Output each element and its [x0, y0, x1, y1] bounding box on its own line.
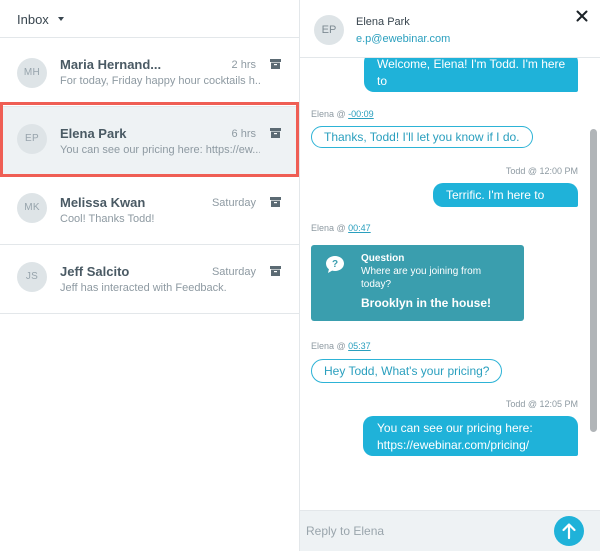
inbox-header: Inbox [0, 0, 299, 38]
message-incoming: Hey Todd, What's your pricing? [311, 359, 503, 383]
sender-label: Elena @ [311, 109, 349, 119]
conversation-item-selected[interactable]: EP Elena Park 6 hrs You can see our pric… [0, 107, 299, 176]
video-timestamp-link[interactable]: -00:09 [348, 109, 374, 119]
conversation-item[interactable]: MK Melissa Kwan Saturday Cool! Thanks To… [0, 176, 299, 245]
message-incoming: Thanks, Todd! I'll let you know if I do. [311, 126, 533, 148]
arrow-up-icon [562, 523, 576, 540]
contact-name: Elena Park [356, 16, 410, 28]
conversation-preview: For today, Friday happy hour cocktails h… [60, 75, 260, 87]
conversation-preview: Cool! Thanks Todd! [60, 213, 155, 225]
avatar: EP [314, 15, 344, 45]
question-bubble-icon: ? [326, 256, 344, 273]
message-meta: Elena @ 05:37 [311, 341, 371, 351]
question-text: Where are you joining from today? [361, 266, 482, 290]
archive-icon[interactable] [270, 266, 281, 276]
reply-bar [300, 510, 600, 551]
chevron-down-icon[interactable] [58, 17, 64, 21]
sender-label: Elena @ [311, 341, 349, 351]
question-label: Question [361, 253, 405, 264]
archive-icon[interactable] [270, 128, 281, 138]
question-card: ? Question Where are you joining from to… [311, 245, 524, 321]
chat-header: EP Elena Park e.p@ewebinar.com [300, 0, 600, 58]
conversation-name: Maria Hernand... [60, 57, 162, 72]
archive-icon[interactable] [270, 59, 281, 69]
archive-icon[interactable] [270, 197, 281, 207]
scrollbar[interactable] [590, 129, 597, 432]
conversation-item[interactable]: MH Maria Hernand... 2 hrs For today, Fri… [0, 38, 299, 107]
conversation-time: 2 hrs [231, 59, 256, 71]
message-text[interactable]: https://ewebinar.com/pricing/ [377, 437, 566, 454]
avatar: MK [17, 193, 47, 223]
avatar: EP [17, 124, 47, 154]
message-meta: Todd @ 12:00 PM [505, 166, 578, 176]
message-meta: Elena @ 00:47 [311, 223, 371, 233]
question-answer: Brooklyn in the house! [361, 296, 492, 310]
sender-label: Elena @ [311, 223, 349, 233]
avatar: JS [17, 262, 47, 292]
message-outgoing: Welcome, Elena! I'm Todd. I'm here to an… [364, 58, 578, 122]
message-outgoing: You can see our pricing here: https://ew… [363, 416, 578, 456]
conversation-preview: You can see our pricing here: https://ew… [60, 144, 260, 156]
inbox-panel: Inbox MH Maria Hernand... 2 hrs For toda… [0, 0, 300, 551]
message-outgoing: Terrific. I'm here to help! [433, 183, 578, 226]
conversation-time: 6 hrs [231, 128, 256, 140]
message-meta: Todd @ 12:05 PM [505, 399, 578, 409]
chat-panel: EP Elena Park e.p@ewebinar.com Welcome, … [300, 0, 600, 551]
avatar: MH [17, 58, 47, 88]
conversation-time: Saturday [211, 266, 256, 278]
message-text: answer any questions you may have. [377, 91, 542, 122]
message-text: Welcome, Elena! I'm Todd. I'm here to [377, 58, 566, 88]
video-timestamp-link[interactable]: 00:47 [348, 223, 371, 233]
reply-input[interactable] [306, 521, 546, 541]
inbox-title[interactable]: Inbox [17, 12, 49, 27]
close-icon[interactable] [576, 10, 588, 22]
message-meta: Elena @ -00:09 [311, 109, 374, 119]
send-button[interactable] [554, 516, 584, 546]
conversation-name: Jeff Salcito [60, 264, 130, 279]
message-list: Welcome, Elena! I'm Todd. I'm here to an… [300, 58, 600, 510]
video-timestamp-link[interactable]: 05:37 [348, 341, 371, 351]
message-text: You can see our pricing here: [377, 421, 533, 435]
conversation-name: Elena Park [60, 126, 127, 141]
svg-text:?: ? [332, 259, 338, 270]
conversation-name: Melissa Kwan [60, 195, 146, 210]
contact-email[interactable]: e.p@ewebinar.com [356, 33, 450, 45]
conversation-item[interactable]: JS Jeff Salcito Saturday Jeff has intera… [0, 245, 299, 314]
conversation-time: Saturday [211, 197, 256, 209]
conversation-preview: Jeff has interacted with Feedback. [60, 282, 227, 294]
